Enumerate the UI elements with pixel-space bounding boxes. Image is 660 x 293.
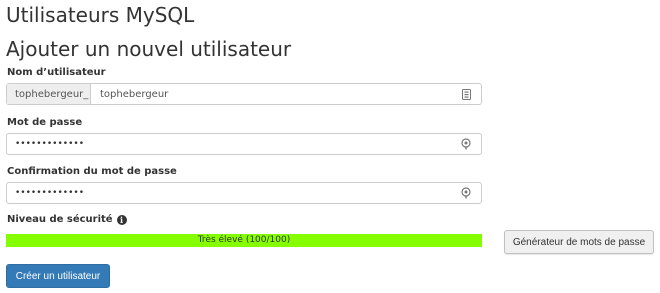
password-field[interactable]: ••••••••••••• <box>6 133 482 155</box>
key-icon <box>457 134 475 154</box>
username-label: Nom d’utilisateur <box>7 67 106 78</box>
strength-meter: Très élevé (100/100) <box>6 234 482 247</box>
password-confirm-field[interactable]: ••••••••••••• <box>6 182 482 204</box>
password-generator-button[interactable]: Générateur de mots de passe <box>504 230 654 254</box>
page-title: Utilisateurs MySQL <box>6 3 195 27</box>
username-input-group: tophebergeur_ tophebergeur <box>6 83 482 105</box>
strength-meter-text: Très élevé (100/100) <box>197 235 291 245</box>
strength-label-text: Niveau de sécurité <box>7 214 113 225</box>
password-confirm-label: Confirmation du mot de passe <box>7 166 177 177</box>
username-prefix: tophebergeur_ <box>7 84 91 104</box>
mysql-users-page: Utilisateurs MySQL Ajouter un nouvel uti… <box>0 0 660 293</box>
password-input[interactable]: ••••••••••••• <box>7 134 457 154</box>
strength-label: Niveau de sécurité i <box>7 214 127 226</box>
section-title: Ajouter un nouvel utilisateur <box>6 37 292 61</box>
password-confirm-input[interactable]: ••••••••••••• <box>7 183 457 203</box>
create-user-button[interactable]: Créer un utilisateur <box>6 264 110 288</box>
key-icon <box>457 183 475 203</box>
username-input[interactable]: tophebergeur <box>91 84 457 104</box>
info-icon[interactable]: i <box>116 215 127 225</box>
id-card-icon <box>457 84 475 104</box>
password-label: Mot de passe <box>7 117 83 128</box>
